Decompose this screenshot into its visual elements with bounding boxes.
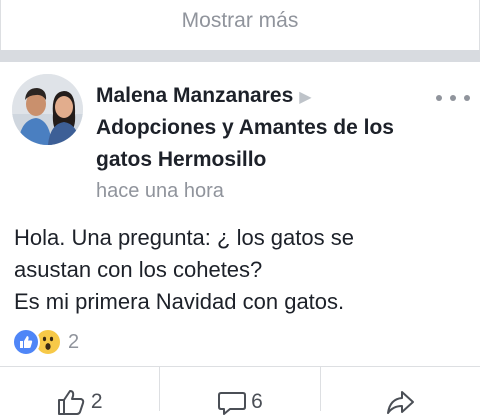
reaction-count: 2 [68, 330, 80, 353]
show-more-label: Mostrar más [181, 9, 299, 32]
comment-button[interactable]: 6 [159, 367, 319, 415]
more-dot [436, 95, 442, 101]
thumbs-up-icon [57, 390, 85, 415]
post-author-line: Malena Manzanares ▶ [96, 80, 436, 114]
like-count: 2 [90, 390, 103, 413]
post-text-line-2: asustan con los cohetes? [14, 257, 263, 282]
feed-separator [0, 50, 480, 62]
avatar[interactable] [12, 74, 83, 145]
share-icon [387, 391, 415, 414]
comment-count: 6 [251, 390, 263, 413]
more-dot [450, 95, 456, 101]
like-reaction-icon [12, 328, 40, 356]
author-name[interactable]: Malena Manzanares [96, 84, 293, 107]
group-name-line-1: Adopciones y Amantes de los [96, 116, 394, 139]
share-button[interactable] [319, 367, 480, 414]
reactions-summary[interactable]: 2 [12, 328, 79, 356]
avatar-photo [12, 74, 83, 145]
group-name-line-2: gatos Hermosillo [96, 148, 267, 171]
post-text: Hola. Una pregunta: ¿ los gatos se asust… [14, 222, 470, 318]
post-timestamp[interactable]: hace una hora [96, 176, 224, 206]
post-card: Malena Manzanares ▶ Adopciones y Amantes … [0, 62, 480, 415]
post-action-bar: 2 6 [0, 366, 480, 415]
group-name[interactable]: Adopciones y Amantes de los gatos Hermos… [96, 112, 436, 176]
more-dot [464, 95, 470, 101]
comment-icon [218, 392, 247, 415]
show-more-button[interactable]: Mostrar más [0, 0, 480, 50]
post-text-line-3: Es mi primera Navidad con gatos. [14, 289, 345, 314]
post-text-line-1: Hola. Una pregunta: ¿ los gatos se [14, 225, 354, 250]
shared-to-arrow-icon: ▶ [299, 89, 312, 106]
like-button[interactable]: 2 [0, 367, 159, 415]
more-options-icon[interactable] [436, 90, 470, 106]
